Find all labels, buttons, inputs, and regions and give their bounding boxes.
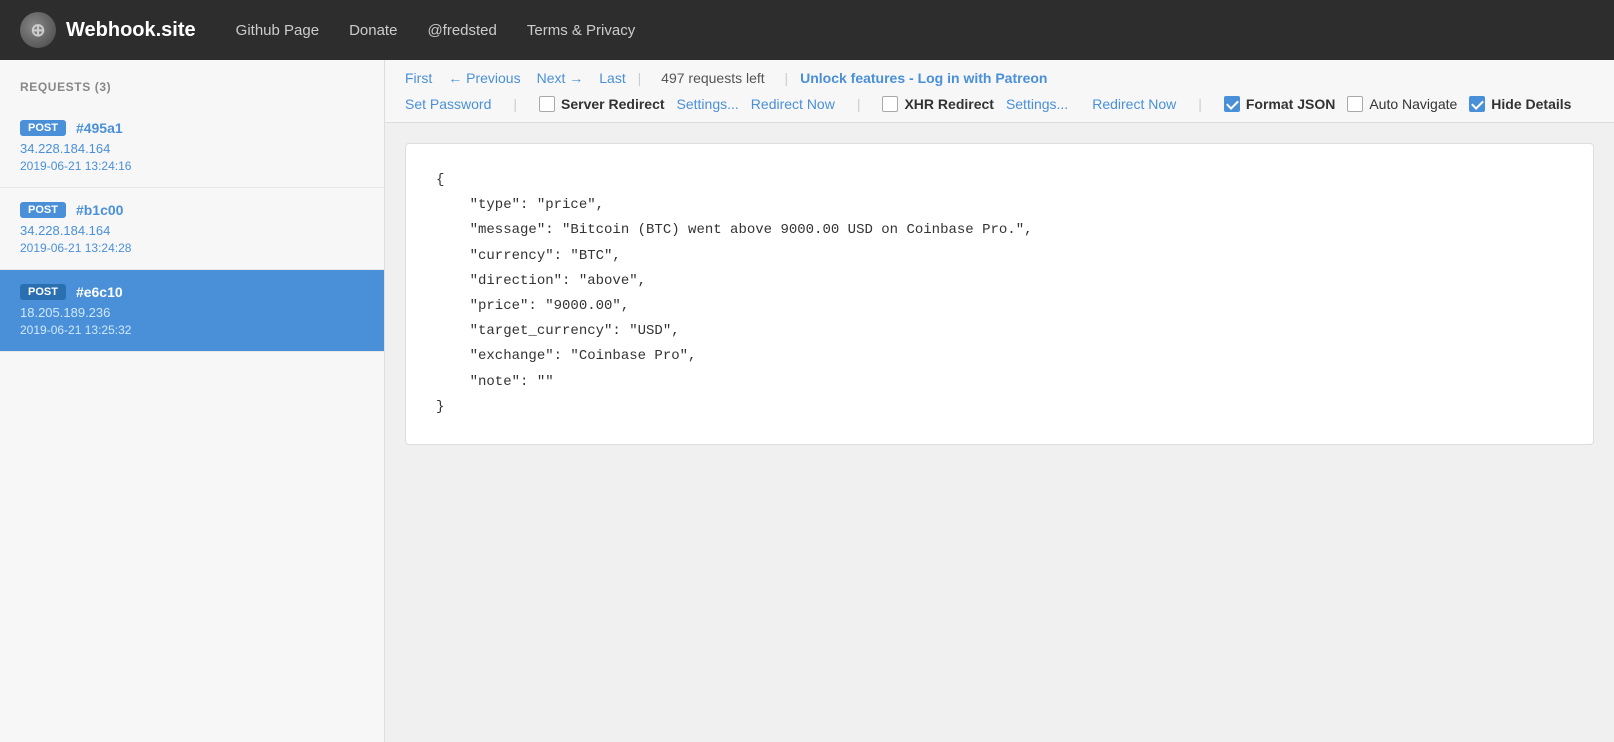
redirect-now-2[interactable]: Redirect Now [1092, 96, 1176, 112]
method-badge-2: POST [20, 284, 66, 300]
terms-link[interactable]: Terms & Privacy [527, 22, 635, 39]
next-button[interactable]: Next → [537, 70, 584, 86]
format-json-label[interactable]: Format JSON [1224, 96, 1335, 112]
format-json-checkbox[interactable] [1224, 96, 1240, 112]
server-redirect-text: Server Redirect [561, 96, 665, 112]
server-redirect-checkbox[interactable] [539, 96, 555, 112]
json-content-area: { "type": "price", "message": "Bitcoin (… [385, 123, 1614, 742]
request-item-0[interactable]: POST #495a1 34.228.184.164 2019-06-21 13… [0, 106, 384, 188]
set-password-link[interactable]: Set Password [405, 96, 491, 112]
request-ip-2: 18.205.189.236 [20, 305, 364, 320]
auto-navigate-text: Auto Navigate [1369, 96, 1457, 112]
nav-sep-pipe2: | [781, 70, 792, 86]
request-ip-1: 34.228.184.164 [20, 223, 364, 238]
logo: ⊕ Webhook.site [20, 12, 196, 48]
xhr-redirect-checkbox[interactable] [882, 96, 898, 112]
request-time-0: 2019-06-21 13:24:16 [20, 159, 364, 173]
fredsted-link[interactable]: @fredsted [427, 22, 496, 39]
toolbar-sep-3: | [1198, 96, 1202, 112]
logo-text: Webhook.site [66, 19, 196, 42]
request-id-0: #495a1 [76, 120, 123, 136]
unlock-link[interactable]: Unlock features - Log in with Patreon [800, 70, 1047, 86]
github-link[interactable]: Github Page [236, 22, 319, 39]
hide-details-text: Hide Details [1491, 96, 1571, 112]
server-redirect-label[interactable]: Server Redirect [539, 96, 665, 112]
auto-navigate-checkbox[interactable] [1347, 96, 1363, 112]
toolbar-row1: First ← Previous Next → Last | 497 reque… [405, 70, 1594, 86]
toolbar-row2: Set Password | Server Redirect Settings.… [405, 96, 1594, 112]
xhr-redirect-label[interactable]: XHR Redirect [882, 96, 993, 112]
method-badge-1: POST [20, 202, 66, 218]
request-id-2: #e6c10 [76, 284, 123, 300]
method-badge-0: POST [20, 120, 66, 136]
request-item-1[interactable]: POST #b1c00 34.228.184.164 2019-06-21 13… [0, 188, 384, 270]
topnav: ⊕ Webhook.site Github Page Donate @freds… [0, 0, 1614, 60]
settings-link-2[interactable]: Settings... [1006, 96, 1068, 112]
previous-button[interactable]: ← Previous [448, 70, 520, 86]
sidebar-title: REQUESTS (3) [0, 80, 384, 106]
first-button[interactable]: First [405, 70, 432, 86]
nav-sep-pipe1: | [634, 70, 645, 86]
settings-link-1[interactable]: Settings... [677, 96, 739, 112]
content: First ← Previous Next → Last | 497 reque… [385, 60, 1614, 742]
request-time-2: 2019-06-21 13:25:32 [20, 323, 364, 337]
hide-details-checkbox[interactable] [1469, 96, 1485, 112]
logo-icon: ⊕ [20, 12, 56, 48]
request-id-1: #b1c00 [76, 202, 123, 218]
topnav-links: Github Page Donate @fredsted Terms & Pri… [236, 22, 636, 39]
request-item-2[interactable]: POST #e6c10 18.205.189.236 2019-06-21 13… [0, 270, 384, 352]
format-json-text: Format JSON [1246, 96, 1335, 112]
redirect-now-1[interactable]: Redirect Now [751, 96, 835, 112]
donate-link[interactable]: Donate [349, 22, 397, 39]
main-layout: REQUESTS (3) POST #495a1 34.228.184.164 … [0, 60, 1614, 742]
toolbar-sep-2: | [857, 96, 861, 112]
last-button[interactable]: Last [599, 70, 625, 86]
request-time-1: 2019-06-21 13:24:28 [20, 241, 364, 255]
auto-navigate-label[interactable]: Auto Navigate [1347, 96, 1457, 112]
toolbar: First ← Previous Next → Last | 497 reque… [385, 60, 1614, 123]
requests-left: 497 requests left [661, 70, 765, 86]
hide-details-label[interactable]: Hide Details [1469, 96, 1571, 112]
json-box: { "type": "price", "message": "Bitcoin (… [405, 143, 1594, 445]
sidebar: REQUESTS (3) POST #495a1 34.228.184.164 … [0, 60, 385, 742]
request-ip-0: 34.228.184.164 [20, 141, 364, 156]
toolbar-sep-1: | [513, 96, 517, 112]
xhr-redirect-text: XHR Redirect [904, 96, 993, 112]
